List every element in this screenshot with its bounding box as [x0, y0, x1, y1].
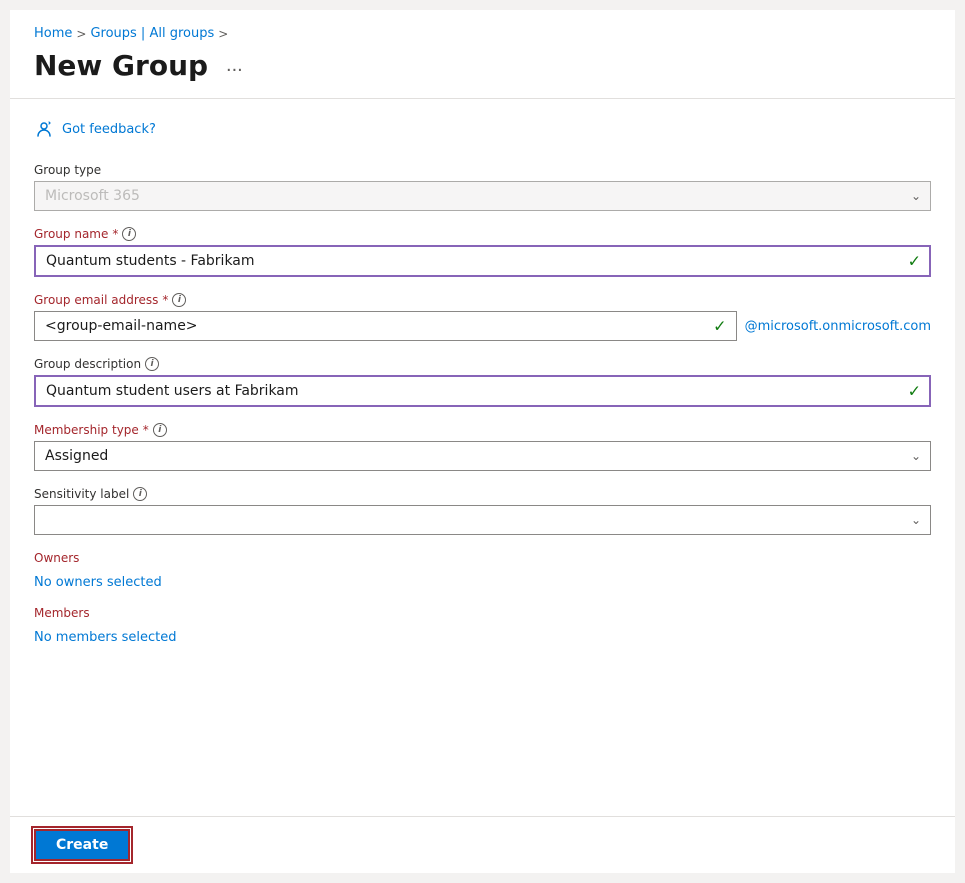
group-description-label: Group description i — [34, 357, 931, 371]
header-divider — [10, 98, 955, 99]
group-email-input-wrapper: ✓ — [34, 311, 737, 341]
form-scroll-area: Group type Microsoft 365SecurityMail-ena… — [10, 155, 955, 816]
page-header: New Group ... — [10, 49, 955, 82]
sensitivity-label-label: Sensitivity label i — [34, 487, 931, 501]
group-description-check-icon: ✓ — [908, 382, 921, 401]
no-owners-link[interactable]: No owners selected — [34, 575, 162, 590]
group-name-required: * — [112, 227, 118, 241]
breadcrumb-sep1: > — [76, 27, 86, 41]
group-type-select[interactable]: Microsoft 365SecurityMail-enabled securi… — [34, 181, 931, 211]
page-title: New Group — [34, 49, 208, 82]
members-group: Members No members selected — [34, 606, 931, 645]
group-email-required: * — [162, 293, 168, 307]
owners-label: Owners — [34, 551, 931, 565]
sensitivity-label-select[interactable] — [34, 505, 931, 535]
group-name-label: Group name * i — [34, 227, 931, 241]
no-members-link[interactable]: No members selected — [34, 630, 177, 645]
owners-group: Owners No owners selected — [34, 551, 931, 590]
main-content: Home > Groups | All groups > New Group .… — [10, 10, 955, 873]
app-container: Home > Groups | All groups > New Group .… — [10, 10, 955, 873]
group-name-input[interactable] — [34, 245, 931, 277]
membership-type-select[interactable]: AssignedDynamic UserDynamic Device — [34, 441, 931, 471]
group-description-group: Group description i ✓ — [34, 357, 931, 407]
membership-type-required: * — [143, 423, 149, 437]
ellipsis-button[interactable]: ... — [220, 52, 249, 79]
feedback-bar[interactable]: Got feedback? — [10, 111, 955, 147]
group-name-input-wrapper: ✓ — [34, 245, 931, 277]
group-name-info-icon[interactable]: i — [122, 227, 136, 241]
group-type-group: Group type Microsoft 365SecurityMail-ena… — [34, 163, 931, 211]
group-description-input[interactable] — [34, 375, 931, 407]
group-name-check-icon: ✓ — [908, 252, 921, 271]
breadcrumb-home[interactable]: Home — [34, 26, 72, 41]
group-email-info-icon[interactable]: i — [172, 293, 186, 307]
breadcrumb: Home > Groups | All groups > — [10, 26, 955, 41]
sensitivity-label-select-wrapper: ⌄ — [34, 505, 931, 535]
create-button[interactable]: Create — [34, 829, 130, 861]
group-description-info-icon[interactable]: i — [145, 357, 159, 371]
group-type-label: Group type — [34, 163, 931, 177]
sensitivity-label-group: Sensitivity label i ⌄ — [34, 487, 931, 535]
breadcrumb-sep2: > — [218, 27, 228, 41]
feedback-icon — [34, 119, 54, 139]
group-description-input-wrapper: ✓ — [34, 375, 931, 407]
group-email-input[interactable] — [34, 311, 737, 341]
membership-type-label: Membership type * i — [34, 423, 931, 437]
membership-type-group: Membership type * i AssignedDynamic User… — [34, 423, 931, 471]
group-email-domain: @microsoft.onmicrosoft.com — [745, 319, 931, 334]
breadcrumb-groups[interactable]: Groups | All groups — [90, 26, 214, 41]
group-email-group: Group email address * i ✓ @microsoft.onm… — [34, 293, 931, 341]
group-email-label: Group email address * i — [34, 293, 931, 307]
membership-type-info-icon[interactable]: i — [153, 423, 167, 437]
members-label: Members — [34, 606, 931, 620]
group-email-row: ✓ @microsoft.onmicrosoft.com — [34, 311, 931, 341]
group-type-select-wrapper: Microsoft 365SecurityMail-enabled securi… — [34, 181, 931, 211]
membership-type-select-wrapper: AssignedDynamic UserDynamic Device ⌄ — [34, 441, 931, 471]
group-name-group: Group name * i ✓ — [34, 227, 931, 277]
bottom-bar: Create — [10, 816, 955, 873]
group-email-check-icon: ✓ — [713, 317, 726, 336]
sensitivity-label-info-icon[interactable]: i — [133, 487, 147, 501]
feedback-label: Got feedback? — [62, 122, 156, 137]
